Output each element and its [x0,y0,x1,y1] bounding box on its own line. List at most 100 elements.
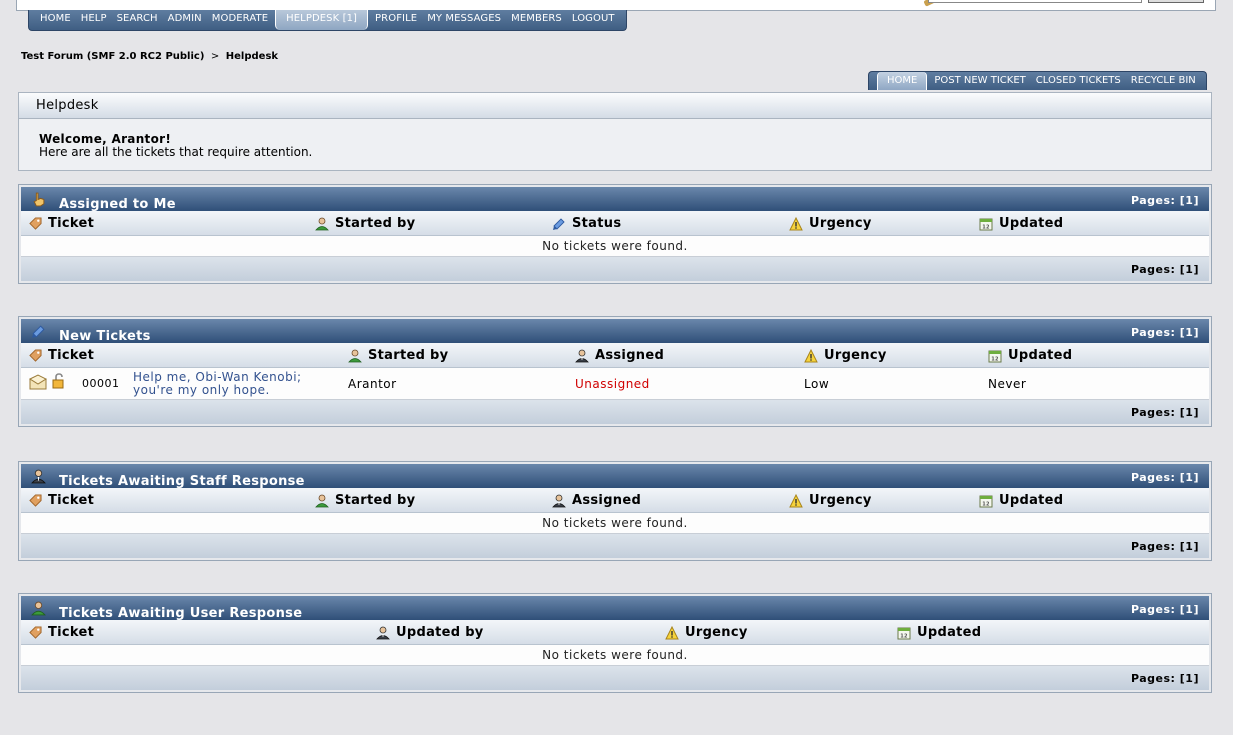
status-tag-icon [552,217,566,231]
col-urgency[interactable]: Urgency [789,216,872,231]
section-header: New Tickets Pages: [1] [21,319,1209,344]
menu-profile[interactable]: PROFILE [370,10,422,30]
col-started-by[interactable]: Started by [348,348,448,363]
helpdesk-menu-recycle-bin[interactable]: RECYCLE BIN [1126,72,1201,90]
empty-row: No tickets were found. [21,513,1209,534]
col-started-by[interactable]: Started by [315,493,415,508]
warning-icon [789,494,803,508]
menu-helpdesk[interactable]: HELPDESK [1] [275,10,369,30]
envelope-icon [29,374,47,390]
pagination-bottom[interactable]: Pages: [1] [1131,672,1199,685]
empty-message: No tickets were found. [542,516,688,530]
section-header: Assigned to Me Pages: [1] [21,187,1209,212]
section-assigned-to-me: Assigned to Me Pages: [1] Ticket Started… [18,184,1212,284]
col-updated[interactable]: Updated [979,216,1063,231]
col-urgency[interactable]: Urgency [789,493,872,508]
col-updated[interactable]: Updated [897,625,981,640]
column-headers: Ticket Started by Status Urgency Updated [21,211,1209,236]
hand-pointer-icon [31,192,46,207]
column-headers: Ticket Updated by Urgency Updated [21,620,1209,645]
ticket-tag-icon [31,324,46,339]
table-row: 00001 Help me, Obi-Wan Kenobi; you're my… [21,368,1209,400]
staff-user-icon [31,469,46,484]
pagination-bottom[interactable]: Pages: [1] [1131,406,1199,419]
ticket-tag-icon [29,626,42,639]
col-urgency[interactable]: Urgency [665,625,748,640]
staff-user-icon [552,494,566,508]
ticket-started-by[interactable]: Arantor [348,377,397,391]
staff-user-icon [376,626,390,640]
menu-members[interactable]: MEMBERS [506,10,567,30]
section-awaiting-user: Tickets Awaiting User Response Pages: [1… [18,593,1212,693]
ticket-tag-icon [29,494,42,507]
section-new-tickets: New Tickets Pages: [1] Ticket Started by… [18,316,1212,427]
user-green-icon [348,349,362,363]
section-footer: Pages: [1] [21,400,1209,424]
ticket-updated: Never [988,377,1027,391]
calendar-icon [979,494,993,508]
empty-message: No tickets were found. [542,648,688,662]
col-assigned[interactable]: Assigned [552,493,641,508]
calendar-icon [979,217,993,231]
pagination-top[interactable]: Pages: [1] [1131,471,1199,484]
pagination-top[interactable]: Pages: [1] [1131,603,1199,616]
column-headers: Ticket Started by Assigned Urgency Updat… [21,343,1209,368]
empty-message: No tickets were found. [542,239,688,253]
welcome-subtitle: Here are all the tickets that require at… [39,145,313,159]
pagination-bottom[interactable]: Pages: [1] [1131,263,1199,276]
unlocked-icon [52,373,66,389]
col-status[interactable]: Status [552,216,621,231]
ticket-urgency: Low [804,377,830,391]
menu-search[interactable]: SEARCH [112,10,163,30]
ticket-subject-link[interactable]: Help me, Obi-Wan Kenobi; you're my only … [133,371,302,397]
section-awaiting-staff: Tickets Awaiting Staff Response Pages: [… [18,461,1212,561]
menu-home[interactable]: HOME [35,10,76,30]
search-button[interactable] [1148,0,1204,3]
helpdesk-menu-closed-tickets[interactable]: CLOSED TICKETS [1031,72,1126,90]
col-updated-by[interactable]: Updated by [376,625,484,640]
search-input[interactable] [928,0,1142,3]
helpdesk-title: Helpdesk [19,93,1211,119]
col-assigned[interactable]: Assigned [575,348,664,363]
warning-icon [665,626,679,640]
col-ticket[interactable]: Ticket [29,216,94,231]
ticket-id: 00001 [82,377,120,390]
warning-icon [804,349,818,363]
col-ticket[interactable]: Ticket [29,625,94,640]
col-urgency[interactable]: Urgency [804,348,887,363]
welcome-message: Welcome, Arantor! Here are all the ticke… [19,119,1211,159]
section-footer: Pages: [1] [21,534,1209,558]
breadcrumb-forum-link[interactable]: Test Forum (SMF 2.0 RC2 Public) [21,51,204,62]
col-started-by[interactable]: Started by [315,216,415,231]
section-title: New Tickets [59,329,151,344]
user-icon [31,601,46,616]
section-footer: Pages: [1] [21,257,1209,281]
section-title: Tickets Awaiting User Response [59,606,303,621]
col-ticket[interactable]: Ticket [29,493,94,508]
pagination-top[interactable]: Pages: [1] [1131,326,1199,339]
menu-help[interactable]: HELP [76,10,112,30]
pagination-bottom[interactable]: Pages: [1] [1131,540,1199,553]
empty-row: No tickets were found. [21,236,1209,257]
col-ticket[interactable]: Ticket [29,348,94,363]
col-updated[interactable]: Updated [988,348,1072,363]
pagination-top[interactable]: Pages: [1] [1131,194,1199,207]
helpdesk-welcome-box: Helpdesk Welcome, Arantor! Here are all … [18,92,1212,171]
helpdesk-menu-post-new-ticket[interactable]: POST NEW TICKET [929,72,1030,90]
menu-admin[interactable]: ADMIN [163,10,207,30]
ticket-assigned: Unassigned [575,377,650,391]
staff-user-icon [575,349,589,363]
menu-my-messages[interactable]: MY MESSAGES [422,10,506,30]
section-footer: Pages: [1] [21,666,1209,690]
calendar-icon [988,349,1002,363]
helpdesk-menu-home[interactable]: HOME [877,72,928,90]
calendar-icon [897,626,911,640]
section-header: Tickets Awaiting Staff Response Pages: [… [21,464,1209,489]
user-green-icon [315,217,329,231]
ticket-tag-icon [29,349,42,362]
breadcrumb: Test Forum (SMF 2.0 RC2 Public) > Helpde… [21,51,278,62]
breadcrumb-helpdesk-link[interactable]: Helpdesk [226,51,278,62]
col-updated[interactable]: Updated [979,493,1063,508]
menu-moderate[interactable]: MODERATE [207,10,273,30]
menu-logout[interactable]: LOGOUT [567,10,620,30]
